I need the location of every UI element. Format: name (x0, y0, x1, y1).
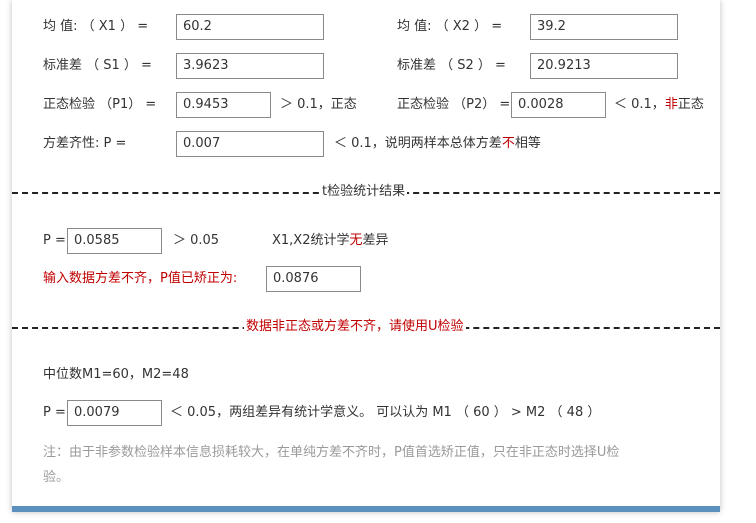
corrected-label: 输入数据方差不齐，P值已矫正为: (43, 271, 238, 286)
mean2-label: 均 值: （ X2 ） = (397, 19, 503, 34)
ttest-title: t检验统计结果 (320, 184, 408, 200)
sd1-label: 标准差 （ S1 ） = (43, 58, 152, 73)
mean1-field[interactable]: 60.2 (176, 14, 324, 40)
ttest-conclusion-suffix: 差异 (362, 233, 389, 248)
sd1-field[interactable]: 3.9623 (176, 53, 324, 79)
utest-p-label: P = (43, 405, 66, 420)
var-field[interactable]: 0.007 (176, 131, 324, 157)
ttest-conclusion-prefix: X1,X2统计学 (272, 233, 350, 248)
median-text: 中位数M1=60，M2=48 (43, 367, 189, 382)
bottom-accent-bar (12, 506, 720, 512)
sd2-label: 标准差 （ S2 ） = (397, 58, 506, 73)
utest-p-result: ＜ 0.05，两组差异有统计学意义。 可以认为 M1 （ 60 ） > M2 （… (170, 405, 601, 420)
norm1-result: ＞ 0.1，正态 (280, 97, 357, 112)
note-line-1: 注：由于非参数检验样本信息损耗较大，在单纯方差不齐时，P值首选矫正值，只在非正态… (43, 445, 620, 460)
norm2-label: 正态检验 （P2） = (397, 97, 511, 112)
var-result-suffix: 相等 (514, 136, 541, 151)
norm1-field[interactable]: 0.9453 (176, 92, 271, 118)
norm2-result-suffix: 正态 (677, 97, 704, 112)
var-result-prefix: ＜ 0.1，说明两样本总体方差 (334, 136, 502, 151)
ttest-conclusion-no: 无 (349, 233, 363, 248)
norm2-field[interactable]: 0.0028 (511, 92, 606, 118)
norm2-result: ＜ 0.1，非正态 (614, 92, 704, 118)
var-result-not: 不 (501, 136, 515, 151)
var-label: 方差齐性: P = (43, 136, 127, 151)
norm2-result-not: 非 (664, 97, 678, 112)
norm1-label: 正态检验 （P1） = (43, 97, 157, 112)
ttest-p-compare: ＞ 0.05 (173, 233, 220, 248)
note-line-2: 验。 (43, 470, 70, 485)
norm2-result-prefix: ＜ 0.1， (614, 97, 665, 112)
ttest-p-label: P = (43, 233, 66, 248)
ttest-conclusion: X1,X2统计学无差异 (272, 228, 389, 254)
utest-title: 数据非正态或方差不齐，请使用U检验 (244, 319, 466, 335)
ttest-p-field[interactable]: 0.0585 (67, 228, 162, 254)
var-result: ＜ 0.1，说明两样本总体方差不相等 (334, 131, 541, 157)
utest-p-field[interactable]: 0.0079 (67, 400, 162, 426)
mean1-label: 均 值: （ X1 ） = (43, 19, 149, 34)
mean2-field[interactable]: 39.2 (530, 14, 678, 40)
sd2-field[interactable]: 20.9213 (530, 53, 678, 79)
corrected-p-field[interactable]: 0.0876 (266, 266, 361, 292)
